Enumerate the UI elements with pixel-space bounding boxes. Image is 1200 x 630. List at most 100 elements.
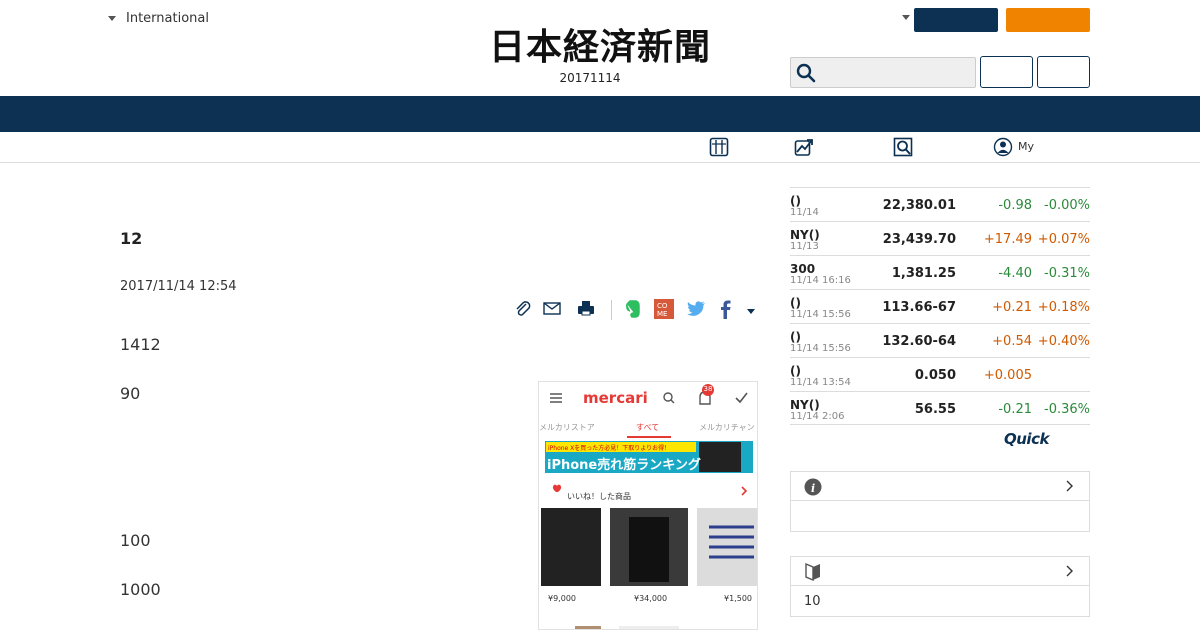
quick-logo[interactable]: Quick (1004, 430, 1049, 448)
evernote-icon[interactable] (621, 298, 643, 320)
beginner-box-header[interactable] (791, 557, 1089, 586)
market-name: () (790, 364, 801, 378)
market-value: 56.55 (914, 402, 956, 417)
market-name: () (790, 330, 801, 344)
price: ¥1,500 (724, 594, 752, 603)
info-icon: i (804, 478, 822, 496)
market-value: 0.050 (914, 368, 956, 383)
market-row[interactable]: () 11/14 13:54 0.050 +0.005 (790, 357, 1090, 391)
subscribe-button[interactable] (914, 8, 998, 32)
beginner-box-text: 10 (804, 594, 821, 609)
market-row[interactable]: 300 11/14 16:16 1,381.25 -4.40 -0.31% (790, 255, 1090, 289)
price: ¥34,000 (634, 594, 668, 603)
more-share-caret-icon[interactable] (747, 309, 755, 314)
twitter-icon[interactable] (685, 298, 707, 320)
svg-text:CO: CO (657, 302, 668, 310)
article-title: 12 (120, 229, 143, 248)
article-paragraph: 100 (120, 531, 151, 550)
market-change-pct: +0.07% (1037, 232, 1090, 247)
market-value: 132.60-64 (882, 334, 956, 349)
info-box-header[interactable]: i (791, 472, 1089, 501)
market-name: NY() (790, 398, 820, 412)
mail-icon[interactable] (541, 298, 563, 320)
clip-icon[interactable] (512, 298, 534, 320)
trial-button[interactable] (1006, 8, 1090, 32)
market-name: NY() (790, 228, 820, 242)
market-row[interactable]: () 11/14 15:56 132.60-64 +0.54 +0.40% (790, 323, 1090, 357)
chevron-right-icon (1066, 480, 1073, 492)
my-account-icon[interactable] (993, 137, 1013, 157)
market-change-pct: -0.36% (1044, 402, 1090, 417)
caret-down-icon (108, 16, 116, 21)
beginner-mark-icon (805, 562, 820, 581)
article-paragraph: 1000 (120, 580, 161, 599)
market-change: -4.40 (998, 266, 1032, 281)
info-box: i (790, 471, 1090, 532)
price: ¥9,000 (548, 594, 576, 603)
market-row[interactable]: NY() 11/14 2:06 56.55 -0.21 -0.36% (790, 391, 1090, 425)
my-label[interactable]: My (1018, 140, 1034, 153)
account-caret-icon[interactable] (902, 15, 910, 20)
market-value: 23,439.70 (882, 232, 956, 247)
article-datetime: 2017/11/14 12:54 (120, 279, 237, 294)
banner-line1: iPhone Xを買った方必見！下取りよりお得！ (548, 445, 671, 452)
market-time: 11/14 15:56 (790, 343, 851, 354)
come-icon[interactable]: CO ME (653, 298, 675, 320)
facebook-icon[interactable] (715, 298, 737, 320)
article-paragraph: 1412 (120, 335, 161, 354)
market-chart-icon[interactable] (794, 137, 814, 157)
market-time: 11/14 (790, 207, 819, 218)
market-change: +0.54 (992, 334, 1032, 349)
article-paragraph: 90 (120, 384, 141, 403)
edition-selector[interactable]: International (108, 11, 209, 26)
market-row[interactable]: NY() 11/13 23,439.70 +17.49 +0.07% (790, 221, 1090, 255)
register-button[interactable] (1037, 56, 1090, 88)
liked-label: いいね！した商品 (567, 492, 631, 501)
newspaper-viewer-icon[interactable] (709, 137, 729, 157)
chevron-right-icon (1066, 565, 1073, 577)
main-nav-bar (0, 96, 1200, 132)
site-header: International 日本経済新聞 20171114 (0, 0, 1200, 96)
market-time: 11/14 15:56 (790, 309, 851, 320)
market-table: () 11/14 22,380.01 -0.98 -0.00% NY() 11/13 23,4… (790, 187, 1090, 425)
market-value: 1,381.25 (891, 266, 956, 281)
market-change: +0.21 (992, 300, 1032, 315)
edition-label: International (126, 11, 209, 26)
market-change-pct: +0.40% (1037, 334, 1090, 349)
market-time: 11/14 13:54 (790, 377, 851, 388)
company-search-icon[interactable] (893, 137, 913, 157)
market-change-pct: -0.31% (1044, 266, 1090, 281)
market-name: 300 (790, 262, 816, 276)
market-time: 11/13 (790, 241, 819, 252)
market-change: -0.98 (998, 198, 1032, 213)
market-time: 11/14 2:06 (790, 411, 845, 422)
market-row[interactable]: () 11/14 15:56 113.66-67 +0.21 +0.18% (790, 289, 1090, 323)
login-button[interactable] (980, 56, 1033, 88)
divider (611, 300, 612, 320)
market-change-pct: -0.00% (1044, 198, 1090, 213)
market-name: () (790, 296, 801, 310)
market-change: -0.21 (998, 402, 1032, 417)
market-value: 113.66-67 (882, 300, 956, 315)
market-change-pct: +0.18% (1037, 300, 1090, 315)
notification-badge: 38 (703, 385, 713, 393)
market-name: () (790, 194, 801, 208)
image-tab: すべて (636, 423, 660, 432)
site-logo[interactable]: 日本経済新聞 (452, 26, 748, 68)
image-tab: メルカリストア (539, 423, 595, 432)
image-tab: メルカリチャン (699, 423, 755, 432)
market-change: +17.49 (983, 232, 1032, 247)
svg-text:ME: ME (657, 310, 667, 318)
share-toolbar: CO ME (510, 298, 760, 324)
market-change: +0.005 (983, 368, 1032, 383)
edition-date: 20171114 (559, 71, 621, 85)
market-time: 11/14 16:16 (790, 275, 851, 286)
print-icon[interactable] (575, 298, 597, 320)
search-input[interactable] (790, 57, 976, 88)
search-icon[interactable] (796, 63, 816, 83)
mercari-logo: mercari (583, 389, 648, 407)
market-row[interactable]: () 11/14 22,380.01 -0.98 -0.00% (790, 187, 1090, 221)
market-value: 22,380.01 (882, 198, 956, 213)
mercari-screenshot (539, 382, 757, 629)
banner-line2: iPhone売れ筋ランキング (547, 458, 701, 473)
